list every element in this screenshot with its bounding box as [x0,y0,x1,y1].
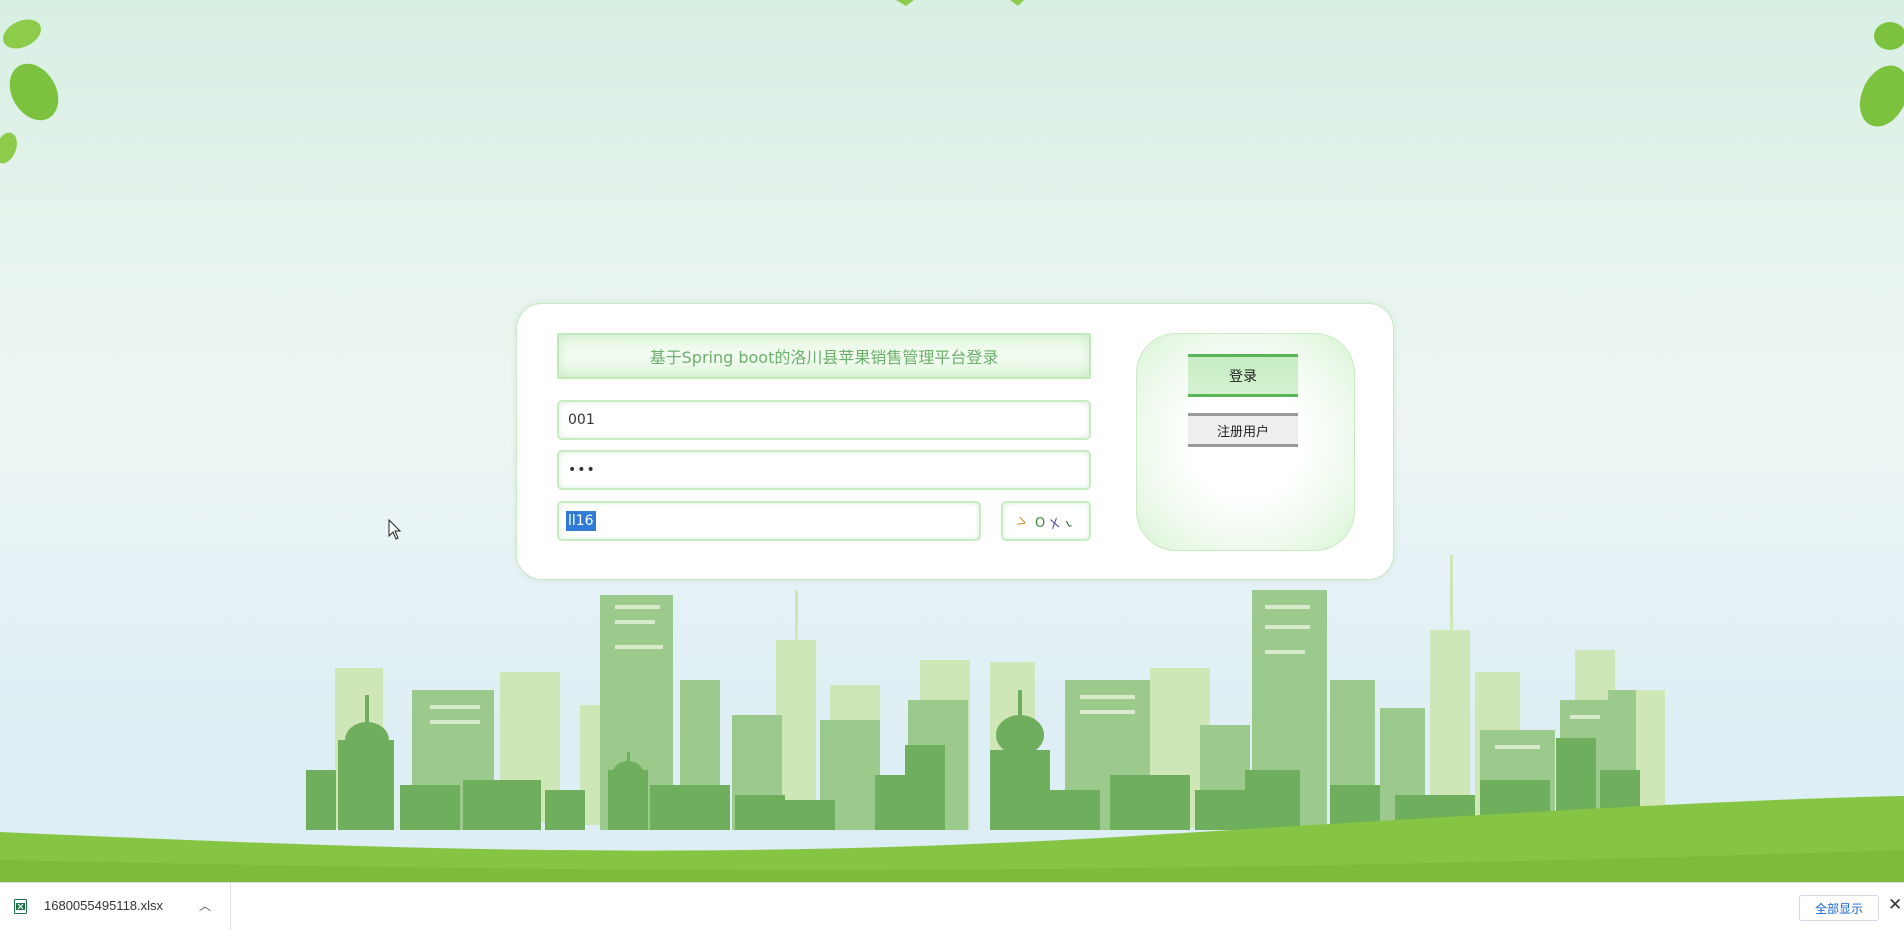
captcha-glyph: O [1035,516,1045,531]
login-button[interactable]: 登录 [1188,354,1298,397]
mouse-pointer-icon [388,519,402,540]
username-input[interactable] [557,400,1091,440]
captcha-glyphs-icon: ᐳ O X ι [1015,514,1074,533]
download-item[interactable]: 1680055495118.xlsx ︿ [0,883,231,930]
close-icon[interactable]: ✕ [1888,895,1902,915]
captcha-image[interactable]: ᐳ O X ι [1001,501,1091,541]
captcha-input[interactable] [557,501,981,541]
show-all-button[interactable]: 全部显示 [1799,895,1879,921]
captcha-input-selected-text: ll16 [566,511,596,531]
action-panel: 登录 注册用户 [1136,333,1355,551]
captcha-glyph: X [1049,516,1062,533]
register-button[interactable]: 注册用户 [1188,413,1298,447]
chevron-up-icon[interactable]: ︿ [199,897,211,914]
page-title: 基于Spring boot的洛川县苹果销售管理平台登录 [557,333,1091,379]
excel-file-icon [14,899,27,914]
download-file-name: 1680055495118.xlsx [44,898,164,913]
password-input[interactable] [557,450,1091,490]
captcha-glyph: ι [1063,516,1074,531]
captcha-glyph: ᐳ [1015,514,1028,530]
download-bar: 1680055495118.xlsx ︿ 全部显示 ✕ [0,882,1904,930]
login-panel: 基于Spring boot的洛川县苹果销售管理平台登录 ll16 ᐳ O X ι… [516,303,1394,580]
